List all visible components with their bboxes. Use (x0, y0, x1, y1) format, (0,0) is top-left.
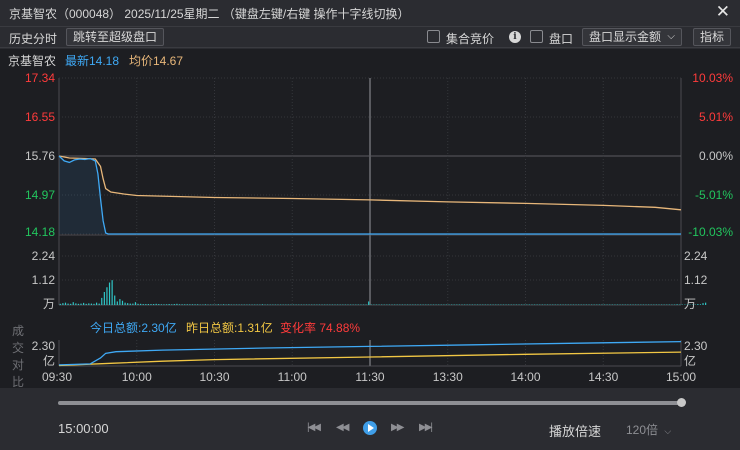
time-tick-label: 14:00 (510, 370, 540, 384)
time-tick-label: 11:00 (278, 370, 307, 384)
chevron-down-icon: ⌵ (667, 31, 676, 42)
volume-tick-label-right: 1.12 (684, 273, 708, 287)
yesterday-amount: 昨日总额:1.31亿 (186, 321, 273, 335)
price-tick-label: 14.97 (25, 188, 55, 202)
time-tick-label: 14:30 (588, 370, 618, 384)
orderbook-label: 盘口 (549, 32, 574, 46)
speed-label: 播放倍速 (549, 424, 602, 439)
price-tick-label: 15.76 (25, 149, 55, 163)
latest-price-legend: 最新14.18 (65, 54, 120, 68)
playback-slider-handle[interactable] (677, 398, 686, 407)
time-tick-label: 10:00 (122, 370, 152, 384)
pct-tick-label: -5.01% (695, 188, 733, 202)
history-timeshare-label: 历史分时 (9, 32, 58, 46)
avg-price-legend: 均价14.67 (129, 54, 184, 68)
display-amount-select[interactable]: 盘口显示金额 ⌵ (582, 28, 683, 46)
today-amount: 今日总额:2.30亿 (90, 321, 177, 335)
volume-tick-label: 1.12 (32, 273, 56, 287)
amount-tick-label-right: 2.30 (684, 339, 708, 353)
skip-last-icon[interactable]: ▶▶| (419, 422, 433, 433)
display-amount-select-value: 盘口显示金额 (589, 30, 662, 44)
price-tick-label: 17.34 (25, 71, 55, 85)
window-title-bar: 京基智农（000048） 2025/11/25星期二 （键盘左键/右键 操作十字… (0, 0, 740, 26)
chevron-down-icon: ⌵ (664, 426, 672, 436)
price-tick-label: 16.55 (25, 110, 55, 124)
auction-label: 集合竞价 (446, 32, 495, 46)
change-rate: 变化率 74.88% (280, 321, 361, 335)
window-title: 京基智农（000048） 2025/11/25星期二 （键盘左键/右键 操作十字… (9, 6, 410, 21)
pct-tick-label: -10.03% (688, 225, 733, 239)
amount-tick-label: 2.30 (32, 339, 56, 353)
playback-time: 15:00:00 (58, 421, 109, 436)
auction-checkbox[interactable] (427, 30, 440, 43)
volume-tick-label: 2.24 (32, 249, 56, 263)
time-tick-label: 13:30 (433, 370, 463, 384)
play-icon[interactable] (363, 421, 377, 435)
jump-super-orderbook-button[interactable]: 跳转至超级盘口 (66, 28, 165, 46)
volume-tick-label-right: 万 (684, 297, 696, 311)
playback-bar: 15:00:00 |◀◀ ◀◀ ▶▶ ▶▶| 播放倍速 120倍 ⌵ (0, 388, 740, 450)
time-tick-label: 15:00 (666, 370, 696, 384)
amount-unit-label-right: 亿 (684, 353, 696, 368)
time-tick-label: 11:30 (355, 370, 384, 384)
pct-tick-label: 5.01% (699, 110, 733, 124)
indicator-button[interactable]: 指标 (693, 28, 732, 46)
skip-first-icon[interactable]: |◀◀ (307, 422, 321, 433)
playback-slider[interactable] (58, 401, 682, 405)
pct-tick-label: 0.00% (699, 149, 733, 163)
volume-tick-label-right: 2.24 (684, 249, 708, 263)
speed-select[interactable]: 120倍 ⌵ (626, 421, 671, 438)
toolbar: 历史分时 跳转至超级盘口 集合竞价 i 盘口 盘口显示金额 ⌵ 指标 (0, 26, 740, 48)
volume-tick-label: 万 (43, 297, 55, 311)
time-tick-label: 10:30 (199, 370, 229, 384)
close-icon[interactable]: ✕ (716, 3, 730, 21)
pct-tick-label: 10.03% (692, 71, 733, 85)
time-tick-label: 09:30 (42, 370, 72, 384)
price-tick-label: 14.18 (25, 225, 55, 239)
step-back-icon[interactable]: ◀◀ (336, 422, 349, 433)
price-legend: 京基智农 最新14.18 均价14.67 (0, 49, 740, 68)
step-forward-icon[interactable]: ▶▶ (391, 422, 404, 433)
amount-compare-header: 成交对比 ⌵ 今日总额:2.30亿 昨日总额:1.31亿 变化率 74.88% (0, 316, 740, 389)
intraday-chart[interactable]: 17.34 10.03% 16.55 5.01% 15.76 0.00% 14.97 -5.0… (0, 68, 740, 388)
amount-unit-label: 亿 (43, 353, 55, 368)
info-icon[interactable]: i (509, 31, 521, 43)
chevron-down-icon: ⌵ (15, 322, 22, 332)
stock-name: 京基智农 (8, 54, 57, 68)
orderbook-checkbox[interactable] (530, 30, 543, 43)
